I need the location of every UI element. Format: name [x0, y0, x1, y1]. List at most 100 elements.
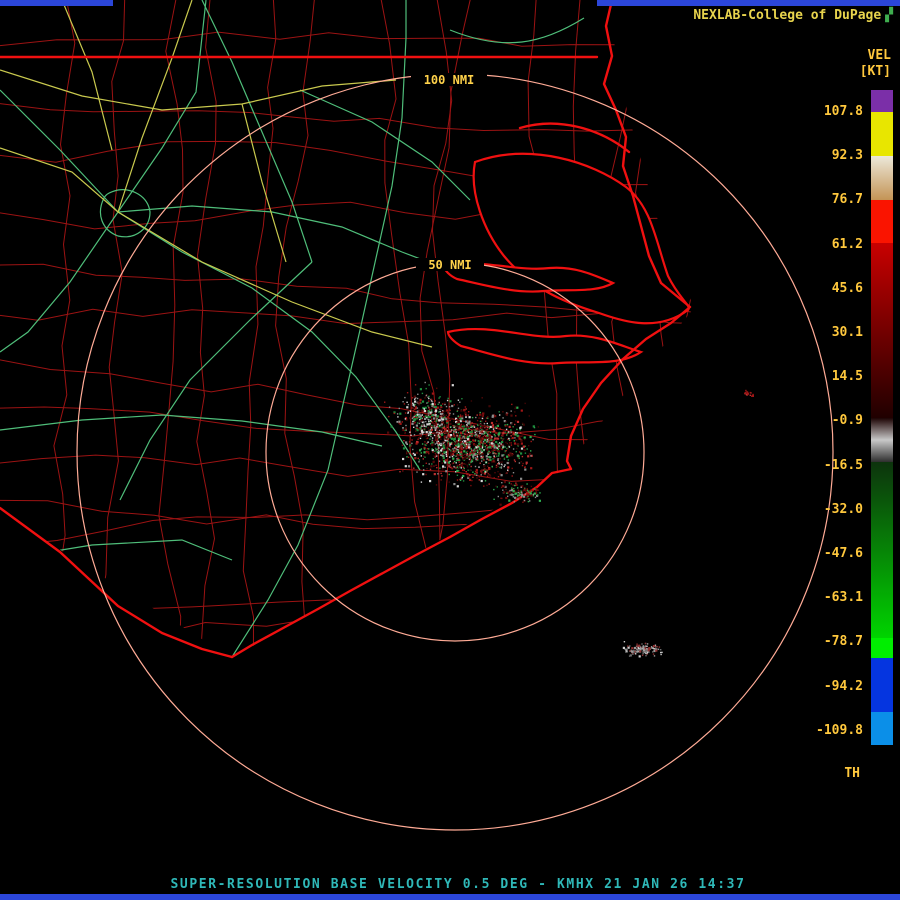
velocity-pixel: [495, 464, 498, 467]
velocity-pixel: [474, 473, 476, 475]
velocity-pixel: [466, 464, 468, 466]
velocity-pixel: [466, 430, 469, 432]
velocity-pixel: [653, 648, 655, 650]
velocity-pixel: [491, 424, 495, 427]
velocity-pixel: [498, 423, 500, 425]
velocity-pixel: [434, 447, 437, 450]
velocity-pixel: [527, 455, 530, 458]
velocity-pixel: [499, 428, 502, 430]
velocity-pixel: [448, 414, 451, 416]
velocity-pixel: [626, 649, 628, 651]
velocity-pixel: [419, 437, 422, 440]
velocity-pixel: [658, 646, 661, 648]
velocity-pixel: [510, 435, 512, 437]
velocity-pixel: [627, 646, 630, 649]
county-line: [527, 0, 592, 658]
velocity-pixel: [516, 406, 519, 409]
velocity-pixel: [487, 416, 489, 418]
velocity-pixel: [399, 412, 402, 415]
velocity-pixel: [527, 491, 529, 493]
velocity-pixel: [475, 416, 477, 419]
velocity-pixel: [526, 483, 528, 485]
highway: [117, 205, 448, 270]
velocity-pixel: [491, 415, 494, 418]
velocity-pixel: [449, 422, 452, 425]
velocity-pixel: [423, 469, 425, 471]
velocity-pixel: [472, 458, 474, 461]
velocity-pixel: [468, 416, 471, 419]
velocity-pixel: [426, 417, 428, 419]
velocity-pixel: [443, 451, 446, 454]
velocity-pixel: [646, 647, 648, 650]
velocity-pixel: [474, 465, 477, 468]
velocity-pixel: [425, 420, 427, 423]
velocity-pixel: [661, 651, 663, 654]
velocity-pixel: [746, 391, 749, 393]
velocity-pixel: [425, 437, 428, 440]
velocity-pixel: [420, 481, 423, 483]
county-line: [653, 0, 694, 658]
velocity-pixel: [485, 469, 488, 471]
velocity-pixel: [650, 646, 653, 648]
colorbar-tick: -16.5: [823, 457, 863, 473]
velocity-pixel: [524, 489, 528, 492]
highway: [241, 103, 287, 263]
velocity-pixel: [453, 434, 455, 437]
velocity-pixel: [465, 442, 467, 444]
velocity-pixel: [429, 424, 431, 426]
velocity-pixel: [450, 452, 452, 455]
velocity-pixel: [499, 447, 501, 449]
velocity-pixel: [524, 493, 527, 495]
velocity-pixel: [521, 464, 524, 467]
velocity-pixel: [438, 401, 441, 403]
velocity-pixel: [514, 437, 516, 439]
velocity-pixel: [418, 459, 421, 461]
velocity-pixel: [414, 384, 417, 386]
velocity-pixel: [411, 453, 413, 455]
velocity-pixel: [537, 489, 539, 491]
velocity-pixel: [445, 405, 448, 408]
velocity-pixel: [416, 422, 419, 424]
colorbar-segment: [871, 200, 893, 243]
velocity-pixel: [402, 427, 404, 429]
velocity-pixel: [417, 438, 419, 440]
velocity-pixel: [452, 413, 455, 415]
velocity-pixel: [442, 442, 445, 445]
velocity-pixel: [431, 392, 434, 395]
velocity-pixel: [445, 410, 447, 412]
velocity-pixel: [424, 381, 426, 384]
velocity-pixel: [518, 437, 521, 440]
velocity-pixel: [537, 426, 540, 428]
velocity-pixel: [440, 479, 442, 481]
velocity-pixel: [486, 440, 488, 442]
velocity-pixel: [490, 421, 494, 425]
velocity-pixel: [529, 500, 531, 502]
velocity-pixel: [426, 423, 429, 426]
velocity-pixel: [432, 451, 434, 453]
colorbar-segment: [871, 418, 893, 440]
velocity-pixel: [641, 654, 644, 656]
velocity-pixel: [464, 445, 466, 447]
velocity-pixel: [411, 407, 413, 409]
velocity-pixel: [514, 406, 517, 408]
velocity-pixel: [413, 434, 416, 436]
colorbar-tick: 76.7: [831, 192, 863, 208]
velocity-pixel: [425, 425, 427, 428]
product-caption: SUPER-RESOLUTION BASE VELOCITY 0.5 DEG -…: [170, 877, 746, 892]
velocity-pixel: [512, 490, 515, 493]
velocity-pixel: [468, 462, 470, 464]
velocity-pixel: [418, 409, 420, 411]
velocity-pixel: [497, 452, 500, 455]
velocity-pixel: [418, 416, 420, 418]
velocity-pixel: [509, 452, 512, 455]
velocity-pixel: [517, 498, 519, 500]
velocity-pixel: [448, 481, 450, 483]
velocity-pixel: [502, 443, 504, 446]
velocity-pixel: [406, 406, 409, 409]
velocity-pixel: [524, 452, 527, 454]
velocity-pixel: [519, 429, 521, 431]
velocity-pixel: [469, 459, 472, 461]
velocity-pixel: [452, 425, 454, 427]
velocity-pixel: [637, 645, 639, 647]
velocity-pixel: [466, 433, 469, 436]
